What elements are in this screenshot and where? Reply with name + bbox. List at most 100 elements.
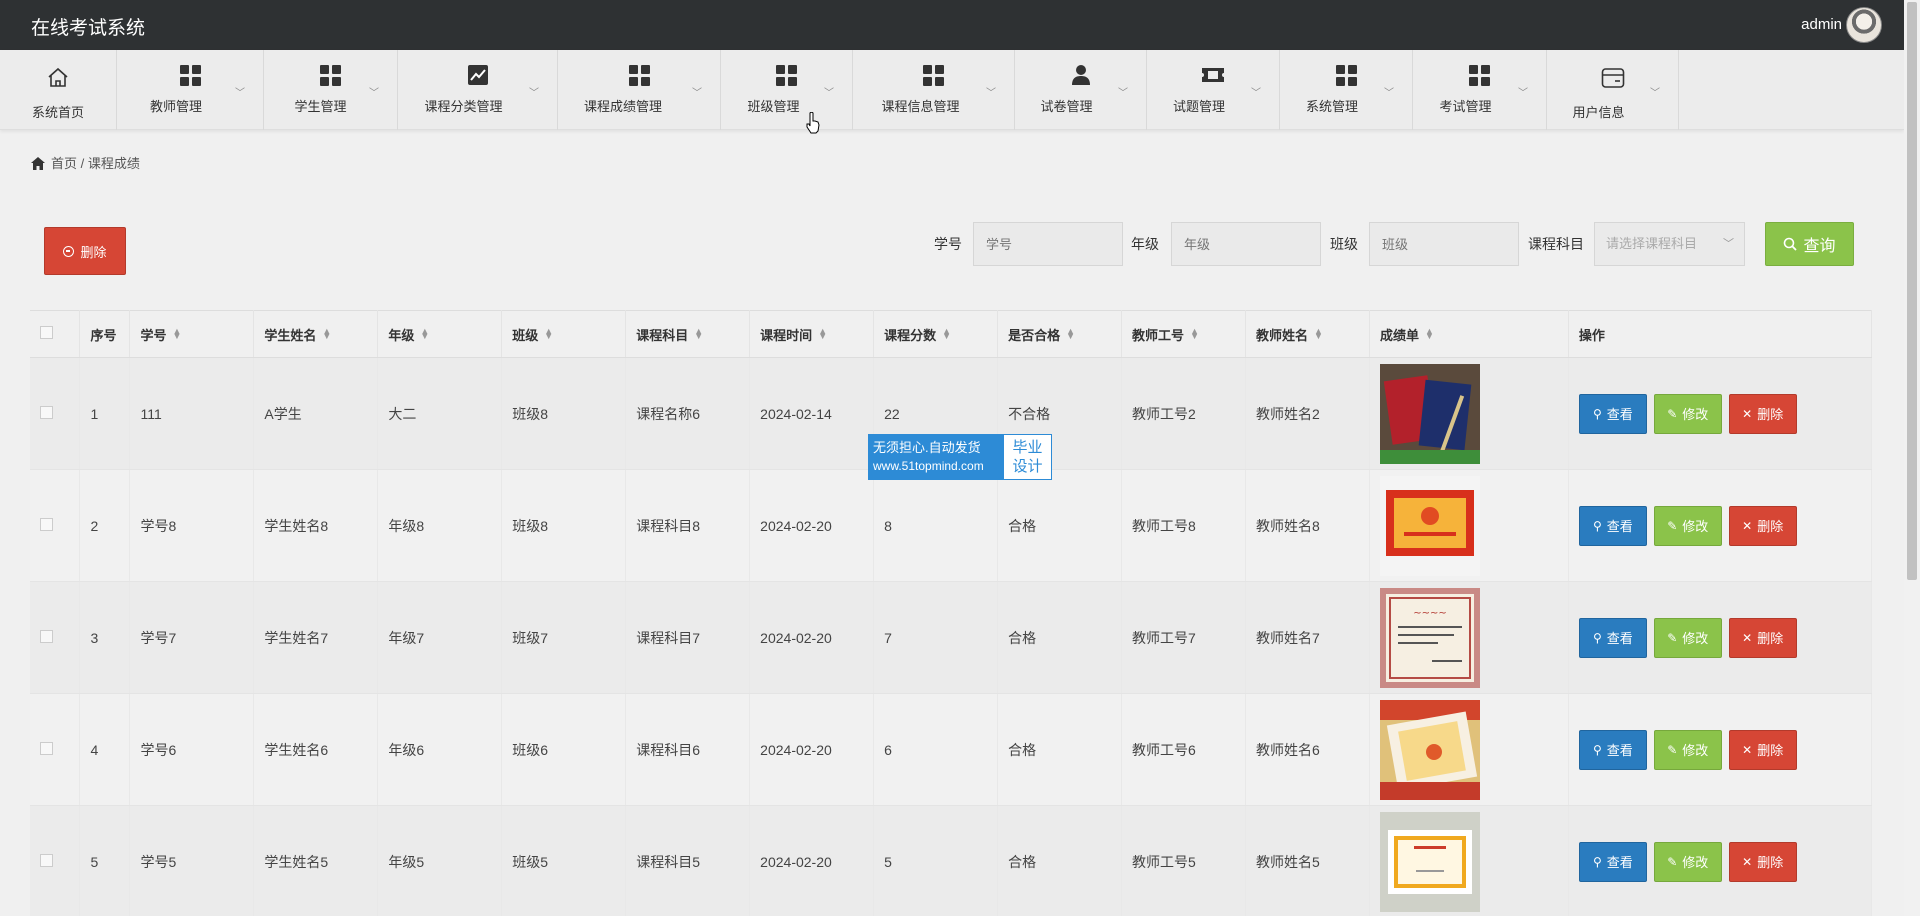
cell-report-image: ~~~~	[1369, 581, 1569, 694]
cell-pass: 合格	[997, 581, 1123, 694]
th-report[interactable]: 成绩单 ▲ ▼	[1369, 310, 1569, 358]
th-class[interactable]: 班级 ▲ ▼	[501, 310, 627, 358]
grid-icon	[178, 63, 202, 87]
view-label: 查看	[1606, 407, 1633, 422]
row-checkbox[interactable]	[40, 741, 53, 755]
sort-icon[interactable]: ▲ ▼	[544, 326, 553, 340]
row-checkbox[interactable]	[40, 405, 53, 419]
th-teacher-no[interactable]: 教师工号 ▲ ▼	[1121, 310, 1246, 358]
view-button[interactable]: ⚲ 查看	[1578, 393, 1647, 434]
username[interactable]: admin	[1801, 16, 1842, 33]
subject-select[interactable]: 请选择课程科目 ﹀	[1594, 222, 1745, 266]
view-button[interactable]: ⚲ 查看	[1578, 729, 1647, 770]
sort-icon[interactable]: ▲ ▼	[1314, 326, 1323, 340]
th-score[interactable]: 课程分数 ▲ ▼	[873, 310, 999, 358]
nav-item-course-category[interactable]: 课程分类管理 ﹀	[398, 50, 558, 130]
view-label: 查看	[1606, 519, 1633, 534]
row-checkbox[interactable]	[40, 517, 53, 531]
cell-time: 2024-02-20	[749, 693, 875, 806]
query-button[interactable]: 查询	[1765, 222, 1854, 266]
cell-index: 2	[79, 469, 131, 582]
report-image[interactable]	[1379, 475, 1480, 576]
cell-pass: 合格	[997, 693, 1123, 806]
student-no-input[interactable]	[973, 222, 1123, 266]
cell-teacher-no: 教师工号2	[1121, 357, 1246, 470]
th-grade[interactable]: 年级 ▲ ▼	[377, 310, 503, 358]
edit-button[interactable]: ✎ 修改	[1653, 617, 1722, 658]
breadcrumb-home[interactable]: 首页	[51, 156, 77, 171]
cell-time: 2024-02-14	[749, 357, 875, 470]
nav-item-teacher[interactable]: 教师管理 ﹀	[117, 50, 264, 130]
delete-button[interactable]: ✕ 删除	[1728, 841, 1797, 882]
sort-icon[interactable]: ▲ ▼	[818, 326, 827, 340]
nav-item-student[interactable]: 学生管理 ﹀	[264, 50, 398, 130]
row-select-cell	[30, 581, 81, 694]
cell-student-no: 学号8	[129, 469, 255, 582]
home-icon[interactable]	[31, 157, 45, 173]
avatar[interactable]	[1846, 7, 1882, 43]
row-checkbox[interactable]	[40, 853, 53, 867]
class-input[interactable]	[1369, 222, 1519, 266]
cell-student-no: 学号7	[129, 581, 255, 694]
app-title: 在线考试系统	[31, 18, 146, 39]
edit-button[interactable]: ✎ 修改	[1653, 505, 1722, 546]
cell-grade: 年级5	[377, 805, 503, 916]
nav-item-user-info[interactable]: 用户信息 ﹀	[1547, 50, 1679, 130]
delete-button[interactable]: ✕ 删除	[1728, 729, 1797, 770]
sort-icon[interactable]: ▲ ▼	[322, 326, 331, 340]
chevron-down-icon: ﹀	[692, 88, 702, 99]
delete-button[interactable]: ✕ 删除	[1728, 617, 1797, 658]
view-button[interactable]: ⚲ 查看	[1578, 841, 1647, 882]
sort-icon[interactable]: ▲ ▼	[1190, 326, 1199, 340]
edit-button[interactable]: ✎ 修改	[1653, 393, 1722, 434]
cell-subject: 课程科目6	[625, 693, 751, 806]
cell-student-no: 学号6	[129, 693, 255, 806]
grade-input[interactable]	[1171, 222, 1321, 266]
th-time[interactable]: 课程时间 ▲ ▼	[749, 310, 875, 358]
select-all-checkbox[interactable]	[40, 326, 53, 339]
cell-student-no: 111	[129, 357, 255, 470]
view-button[interactable]: ⚲ 查看	[1578, 617, 1647, 658]
batch-delete-button[interactable]: 删除	[44, 227, 126, 275]
search-icon: ⚲	[1592, 854, 1602, 869]
sort-icon[interactable]: ▲ ▼	[172, 326, 181, 340]
nav-item-paper[interactable]: 试卷管理 ﹀	[1015, 50, 1147, 130]
scrollbar-thumb[interactable]	[1907, 2, 1917, 580]
report-image[interactable]	[1379, 363, 1480, 464]
nav-item-course-info[interactable]: 课程信息管理 ﹀	[853, 50, 1015, 130]
th-pass[interactable]: 是否合格 ▲ ▼	[997, 310, 1123, 358]
nav-item-home[interactable]: 系统首页	[0, 50, 117, 130]
edit-button[interactable]: ✎ 修改	[1653, 841, 1722, 882]
nav-item-question[interactable]: 试题管理 ﹀	[1147, 50, 1280, 130]
grid-icon	[922, 63, 946, 87]
vertical-scrollbar[interactable]	[1904, 0, 1920, 916]
view-button[interactable]: ⚲ 查看	[1578, 505, 1647, 546]
delete-button[interactable]: ✕ 删除	[1728, 393, 1797, 434]
nav-item-exam[interactable]: 考试管理 ﹀	[1413, 50, 1547, 130]
report-image[interactable]: ~~~~	[1379, 587, 1480, 688]
delete-button[interactable]: ✕ 删除	[1728, 505, 1797, 546]
chevron-down-icon: ﹀	[235, 88, 245, 99]
th-student-no[interactable]: 学号 ▲ ▼	[129, 310, 255, 358]
th-teacher-name[interactable]: 教师姓名 ▲ ▼	[1245, 310, 1370, 358]
cell-subject: 课程名称6	[625, 357, 751, 470]
sort-icon[interactable]: ▲ ▼	[694, 326, 703, 340]
th-subject[interactable]: 课程科目 ▲ ▼	[625, 310, 751, 358]
grid-icon	[1468, 63, 1492, 87]
nav-item-class[interactable]: 班级管理 ﹀	[721, 50, 853, 130]
sort-icon[interactable]: ▲ ▼	[1066, 326, 1075, 340]
edit-button[interactable]: ✎ 修改	[1653, 729, 1722, 770]
th-student-name[interactable]: 学生姓名 ▲ ▼	[253, 310, 379, 358]
cell-class: 班级5	[501, 805, 627, 916]
top-bar: 在线考试系统 admin	[0, 0, 1904, 50]
nav-item-course-grade[interactable]: 课程成绩管理 ﹀	[558, 50, 721, 130]
nav-item-system[interactable]: 系统管理 ﹀	[1280, 50, 1413, 130]
sort-icon[interactable]: ▲ ▼	[420, 326, 429, 340]
report-image[interactable]	[1379, 699, 1480, 800]
row-checkbox[interactable]	[40, 629, 53, 643]
sort-icon[interactable]: ▲ ▼	[1425, 326, 1434, 340]
report-image[interactable]	[1379, 811, 1480, 912]
cell-class: 班级8	[501, 357, 627, 470]
sort-icon[interactable]: ▲ ▼	[942, 326, 951, 340]
batch-delete-label: 删除	[80, 244, 107, 260]
